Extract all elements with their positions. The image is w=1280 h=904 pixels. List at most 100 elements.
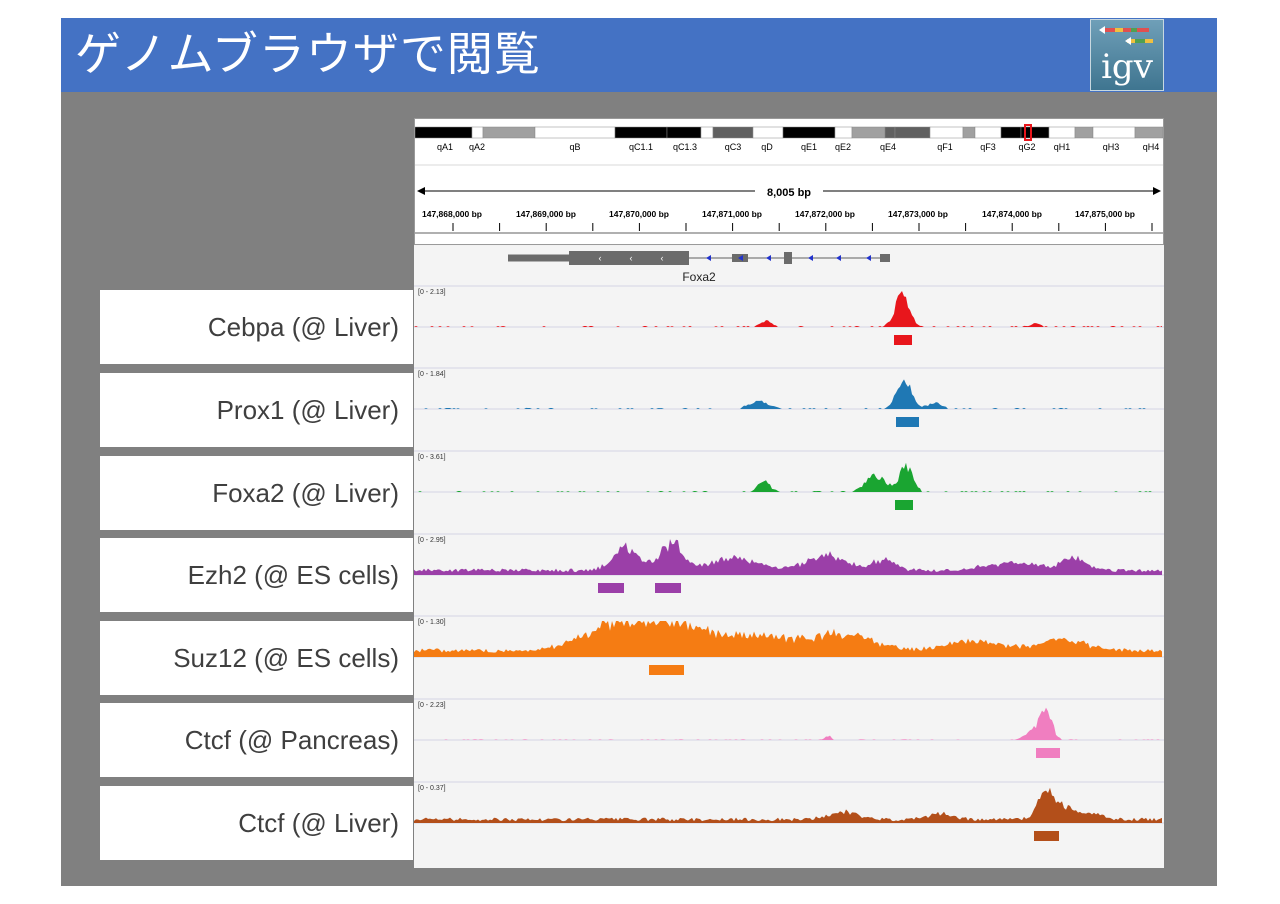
ruler-tick-label: 147,875,000 bp <box>1075 209 1135 219</box>
track-range: [0 - 1.30] <box>418 619 446 626</box>
strand-arrow-icon <box>706 255 711 261</box>
track-name: Cebpa (@ Liver) <box>207 312 399 342</box>
logo-stripes-icon <box>1099 26 1153 45</box>
ideogram-band <box>666 126 702 139</box>
band-label: qC1.3 <box>673 142 697 152</box>
ruler-tick-label: 147,868,000 bp <box>422 209 482 219</box>
chromosome-ideogram: qA1 qA2 qB qC1.1 qC1.3 qC3 qD qE1 qE2 qE4 qF1 qF3 qG… <box>415 124 1163 152</box>
ruler-tick-label: 147,874,000 bp <box>982 209 1042 219</box>
ideogram-band <box>712 126 754 139</box>
band-label: qA2 <box>469 142 485 152</box>
band-label: qF1 <box>937 142 953 152</box>
signal-area <box>414 707 1162 740</box>
ideogram-band <box>1074 126 1094 139</box>
arrow-right-icon <box>1153 187 1161 195</box>
ideogram-band <box>1092 126 1136 139</box>
ideogram-band <box>782 126 836 139</box>
ruler-tick-label: 147,872,000 bp <box>795 209 855 219</box>
strand-arrow-icon <box>836 255 841 261</box>
track-name-box: Foxa2 (@ Liver) <box>100 456 413 530</box>
strand-chevron-icon: ‹ <box>599 253 602 263</box>
peak-region-bar <box>894 335 912 345</box>
ideogram-band <box>415 126 473 139</box>
track-name: Prox1 (@ Liver) <box>216 395 399 425</box>
band-label: qE4 <box>880 142 896 152</box>
track-range: [0 - 0.37] <box>418 785 446 792</box>
track-range: [0 - 2.23] <box>418 702 446 709</box>
band-label: qB <box>569 142 580 152</box>
ideogram-band <box>834 126 853 139</box>
gene-exon <box>784 252 792 264</box>
track-name: Suz12 (@ ES cells) <box>173 643 399 673</box>
peak-region-bar <box>896 417 919 427</box>
band-label: qA1 <box>437 142 453 152</box>
igv-data-panel: ‹ ‹ ‹ Foxa2 [0 - 2.13] [0 - 1.84] [0 - 3.61] [0… <box>414 246 1164 868</box>
ideogram-band <box>929 126 964 139</box>
strand-chevron-icon: ‹ <box>630 253 633 263</box>
peak-region-bar <box>598 583 624 593</box>
peak-region-bar <box>1036 748 1060 758</box>
band-label: qH1 <box>1054 142 1071 152</box>
peak-region-bar <box>1034 831 1059 841</box>
track-name-box: Ctcf (@ Liver) <box>100 786 413 860</box>
header-canvas: qA1 qA2 qB qC1.1 qC1.3 qC3 qD qE1 qE2 qE4 qF1 qF3 qG… <box>415 124 1163 234</box>
track-name: Ctcf (@ Pancreas) <box>184 725 399 755</box>
ideogram-band <box>1000 126 1022 139</box>
band-label: qE2 <box>835 142 851 152</box>
gene-exon <box>508 254 569 262</box>
signal-track: [0 - 2.13] <box>414 285 1164 345</box>
ruler-tick-label: 147,870,000 bp <box>609 209 669 219</box>
band-label: qH4 <box>1143 142 1160 152</box>
track-name-box: Prox1 (@ Liver) <box>100 373 413 447</box>
ideogram-band <box>974 126 1002 139</box>
peak-region-bar <box>649 665 684 675</box>
signal-area <box>414 291 1162 327</box>
ideogram-band <box>851 126 886 139</box>
band-label: qH3 <box>1103 142 1120 152</box>
slide-title: ゲノムブラウザで閲覧 <box>75 27 541 81</box>
track-range: [0 - 3.61] <box>418 454 446 461</box>
strand-chevron-icon: ‹ <box>661 253 664 263</box>
ideogram-band <box>471 126 484 139</box>
ideogram-band <box>700 126 714 139</box>
ruler: 8,005 bp 147,868,000 bp 147,869,000 bp 147,… <box>415 187 1163 234</box>
strand-arrow-icon <box>766 255 771 261</box>
strand-arrow-icon <box>866 255 871 261</box>
peak-region-bar <box>655 583 681 593</box>
signal-area <box>414 787 1162 823</box>
signal-area <box>414 379 1162 409</box>
track-name-box: Suz12 (@ ES cells) <box>100 621 413 695</box>
igv-logo: igv <box>1090 19 1164 91</box>
ideogram-band <box>534 126 616 139</box>
ideogram-band <box>894 126 931 139</box>
track-range: [0 - 2.95] <box>418 537 446 544</box>
track-range: [0 - 1.84] <box>418 371 446 378</box>
signal-track: [0 - 1.30] <box>414 615 1164 675</box>
band-label: qG2 <box>1018 142 1035 152</box>
ruler-tick-label: 147,871,000 bp <box>702 209 762 219</box>
ideogram-band <box>482 126 536 139</box>
signal-track: [0 - 1.84] <box>414 367 1164 427</box>
ideogram-band <box>884 126 896 139</box>
signal-area <box>414 462 1162 492</box>
signal-track: [0 - 3.61] <box>414 450 1164 510</box>
arrow-left-icon <box>417 187 425 195</box>
signal-track: [0 - 2.95] <box>414 533 1164 593</box>
tracks-canvas: ‹ ‹ ‹ Foxa2 [0 - 2.13] [0 - 1.84] [0 - 3.61] [0… <box>414 251 1164 841</box>
gene-track: ‹ ‹ ‹ Foxa2 <box>508 251 890 284</box>
track-name: Foxa2 (@ Liver) <box>212 478 399 508</box>
logo-text: igv <box>1101 47 1153 87</box>
track-name: Ctcf (@ Liver) <box>238 808 399 838</box>
span-label: 8,005 bp <box>767 187 811 199</box>
title-bar: ゲノムブラウザで閲覧 igv <box>61 18 1217 92</box>
ideogram-band <box>752 126 784 139</box>
track-name-box: Cebpa (@ Liver) <box>100 290 413 364</box>
track-range: [0 - 2.13] <box>418 289 446 296</box>
ideogram-band <box>614 126 668 139</box>
gene-exon <box>880 254 890 262</box>
band-label: qE1 <box>801 142 817 152</box>
track-name: Ezh2 (@ ES cells) <box>187 560 399 590</box>
band-label: qC1.1 <box>629 142 653 152</box>
band-label: qF3 <box>980 142 996 152</box>
ideogram-band <box>962 126 976 139</box>
